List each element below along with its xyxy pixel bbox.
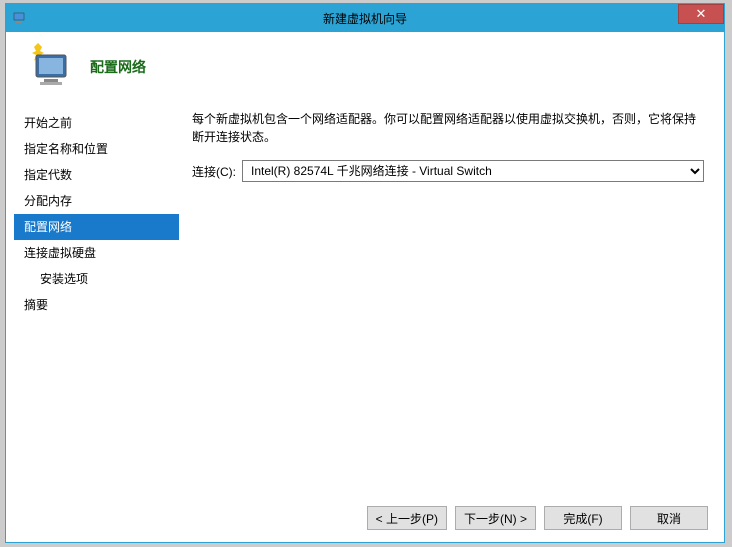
- sidebar-item-name-location[interactable]: 指定名称和位置: [14, 136, 179, 162]
- close-button[interactable]: ✕: [678, 4, 724, 24]
- sidebar-item-generation[interactable]: 指定代数: [14, 162, 179, 188]
- window-title: 新建虚拟机向导: [323, 10, 407, 27]
- main-panel: 每个新虚拟机包含一个网络适配器。你可以配置网络适配器以使用虚拟交换机，否则，它将…: [179, 102, 716, 482]
- description-text: 每个新虚拟机包含一个网络适配器。你可以配置网络适配器以使用虚拟交换机，否则，它将…: [192, 110, 704, 146]
- prev-button[interactable]: < 上一步(P): [367, 506, 447, 530]
- next-button[interactable]: 下一步(N) >: [455, 506, 536, 530]
- sidebar-item-summary[interactable]: 摘要: [14, 292, 179, 318]
- sidebar-item-install-options[interactable]: 安装选项: [14, 266, 179, 292]
- content-area: 开始之前 指定名称和位置 指定代数 分配内存 配置网络 连接虚拟硬盘 安装选项 …: [6, 102, 724, 482]
- app-icon: [12, 10, 28, 26]
- wizard-icon: [26, 43, 74, 91]
- titlebar: 新建虚拟机向导 ✕: [6, 4, 724, 32]
- sidebar-item-before-begin[interactable]: 开始之前: [14, 110, 179, 136]
- connection-label: 连接(C):: [192, 163, 236, 180]
- sidebar-item-network[interactable]: 配置网络: [14, 214, 179, 240]
- sidebar-item-vhd[interactable]: 连接虚拟硬盘: [14, 240, 179, 266]
- wizard-window: 新建虚拟机向导 ✕ 配置网络 开始之前 指定名称和位置 指定代数 分配内存 配置…: [5, 3, 725, 543]
- finish-button[interactable]: 完成(F): [544, 506, 622, 530]
- wizard-steps-sidebar: 开始之前 指定名称和位置 指定代数 分配内存 配置网络 连接虚拟硬盘 安装选项 …: [14, 102, 179, 482]
- header-area: 配置网络: [6, 32, 724, 102]
- close-icon: ✕: [696, 6, 707, 22]
- button-bar: < 上一步(P) 下一步(N) > 完成(F) 取消: [367, 506, 708, 530]
- connection-select[interactable]: Intel(R) 82574L 千兆网络连接 - Virtual Switch: [242, 160, 704, 182]
- sidebar-item-memory[interactable]: 分配内存: [14, 188, 179, 214]
- page-title: 配置网络: [90, 57, 146, 77]
- cancel-button[interactable]: 取消: [630, 506, 708, 530]
- connection-row: 连接(C): Intel(R) 82574L 千兆网络连接 - Virtual …: [192, 160, 704, 182]
